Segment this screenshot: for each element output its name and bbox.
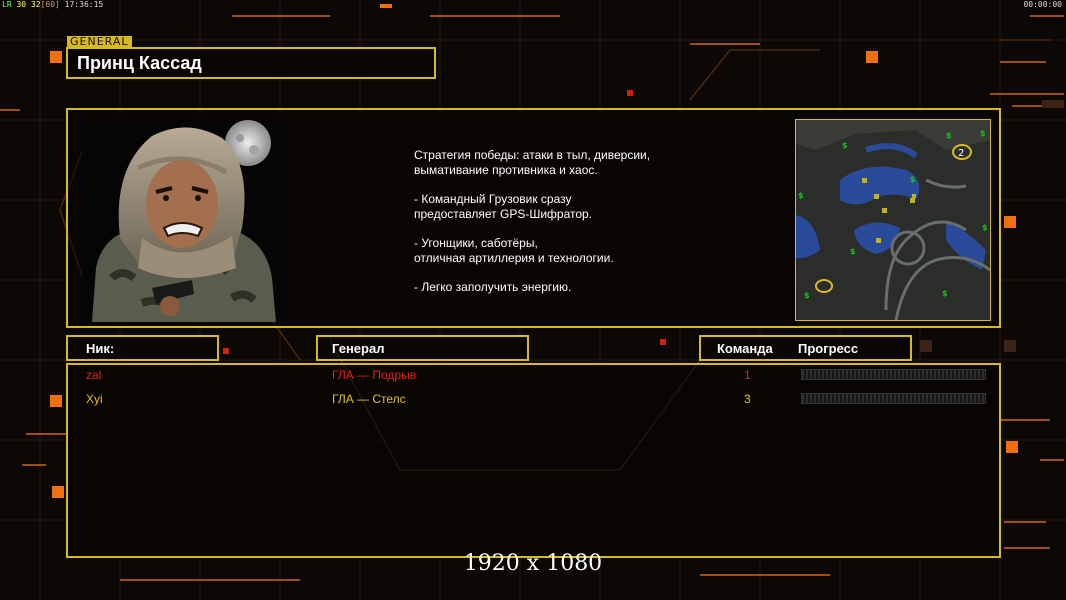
general-name-box: Принц Кассад [66, 47, 436, 79]
minimap-terrain: $ $ $ $ $ $ $ $ $ 2 [796, 120, 991, 321]
nick-header-label: Ник: [86, 341, 115, 356]
svg-text:$: $ [850, 247, 856, 256]
svg-text:$: $ [798, 191, 804, 200]
clock: 17:36:15 [64, 0, 104, 9]
team-header-label: Команда [717, 341, 773, 356]
player-progress-bar [801, 393, 986, 404]
fps-counter: LR 30 32[60] 17:36:15 [2, 0, 103, 9]
minimap-player-slot: 2 [958, 148, 964, 159]
progress-header-label: Прогресс [798, 341, 859, 356]
fps-label: LR [2, 0, 12, 9]
svg-text:$: $ [946, 131, 952, 140]
player-team: 3 [744, 392, 751, 406]
svg-text:$: $ [804, 291, 810, 300]
frame-cap: [60] [40, 0, 60, 9]
nick-header: Ник: [66, 335, 219, 361]
svg-text:$: $ [842, 141, 848, 150]
description-line: Стратегия победы: атаки в тыл, диверсии,… [414, 148, 651, 177]
player-nick: Xyi [86, 392, 103, 406]
team-progress-header: Команда Прогресс [699, 335, 912, 361]
general-info-panel: Стратегия победы: атаки в тыл, диверсии,… [66, 108, 1001, 328]
resolution-label: 1920 x 1080 [463, 551, 603, 576]
player-general: ГЛА — Подрыв [332, 368, 417, 382]
general-header-label: Генерал [332, 341, 385, 356]
description-line: - Угонщики, саботёры, отличная артиллери… [414, 236, 614, 265]
general-portrait [82, 118, 286, 322]
general-header: Генерал [316, 335, 529, 361]
fps-value: 30 [16, 0, 27, 9]
frame-value: 32 [30, 0, 41, 9]
player-row[interactable]: zal ГЛА — Подрыв 1 [68, 365, 999, 385]
svg-text:$: $ [980, 129, 986, 138]
minimap[interactable]: $ $ $ $ $ $ $ $ $ 2 [795, 119, 991, 321]
svg-text:$: $ [910, 175, 916, 184]
svg-text:$: $ [942, 289, 948, 298]
game-timer: 00:00:00 [1023, 0, 1062, 9]
description-line: - Легко заполучить энергию. [414, 280, 572, 294]
general-description: Стратегия победы: атаки в тыл, диверсии,… [414, 148, 744, 309]
player-team: 1 [744, 368, 751, 382]
player-list: zal ГЛА — Подрыв 1 Xyi ГЛА — Стелс 3 [66, 363, 1001, 558]
player-nick: zal [86, 368, 102, 382]
general-name: Принц Кассад [77, 53, 202, 73]
player-progress-bar [801, 369, 986, 380]
player-row[interactable]: Xyi ГЛА — Стелс 3 [68, 389, 999, 409]
player-general: ГЛА — Стелс [332, 392, 406, 406]
svg-text:$: $ [982, 223, 988, 232]
description-line: - Командный Грузовик сразу предоставляет… [414, 192, 593, 221]
